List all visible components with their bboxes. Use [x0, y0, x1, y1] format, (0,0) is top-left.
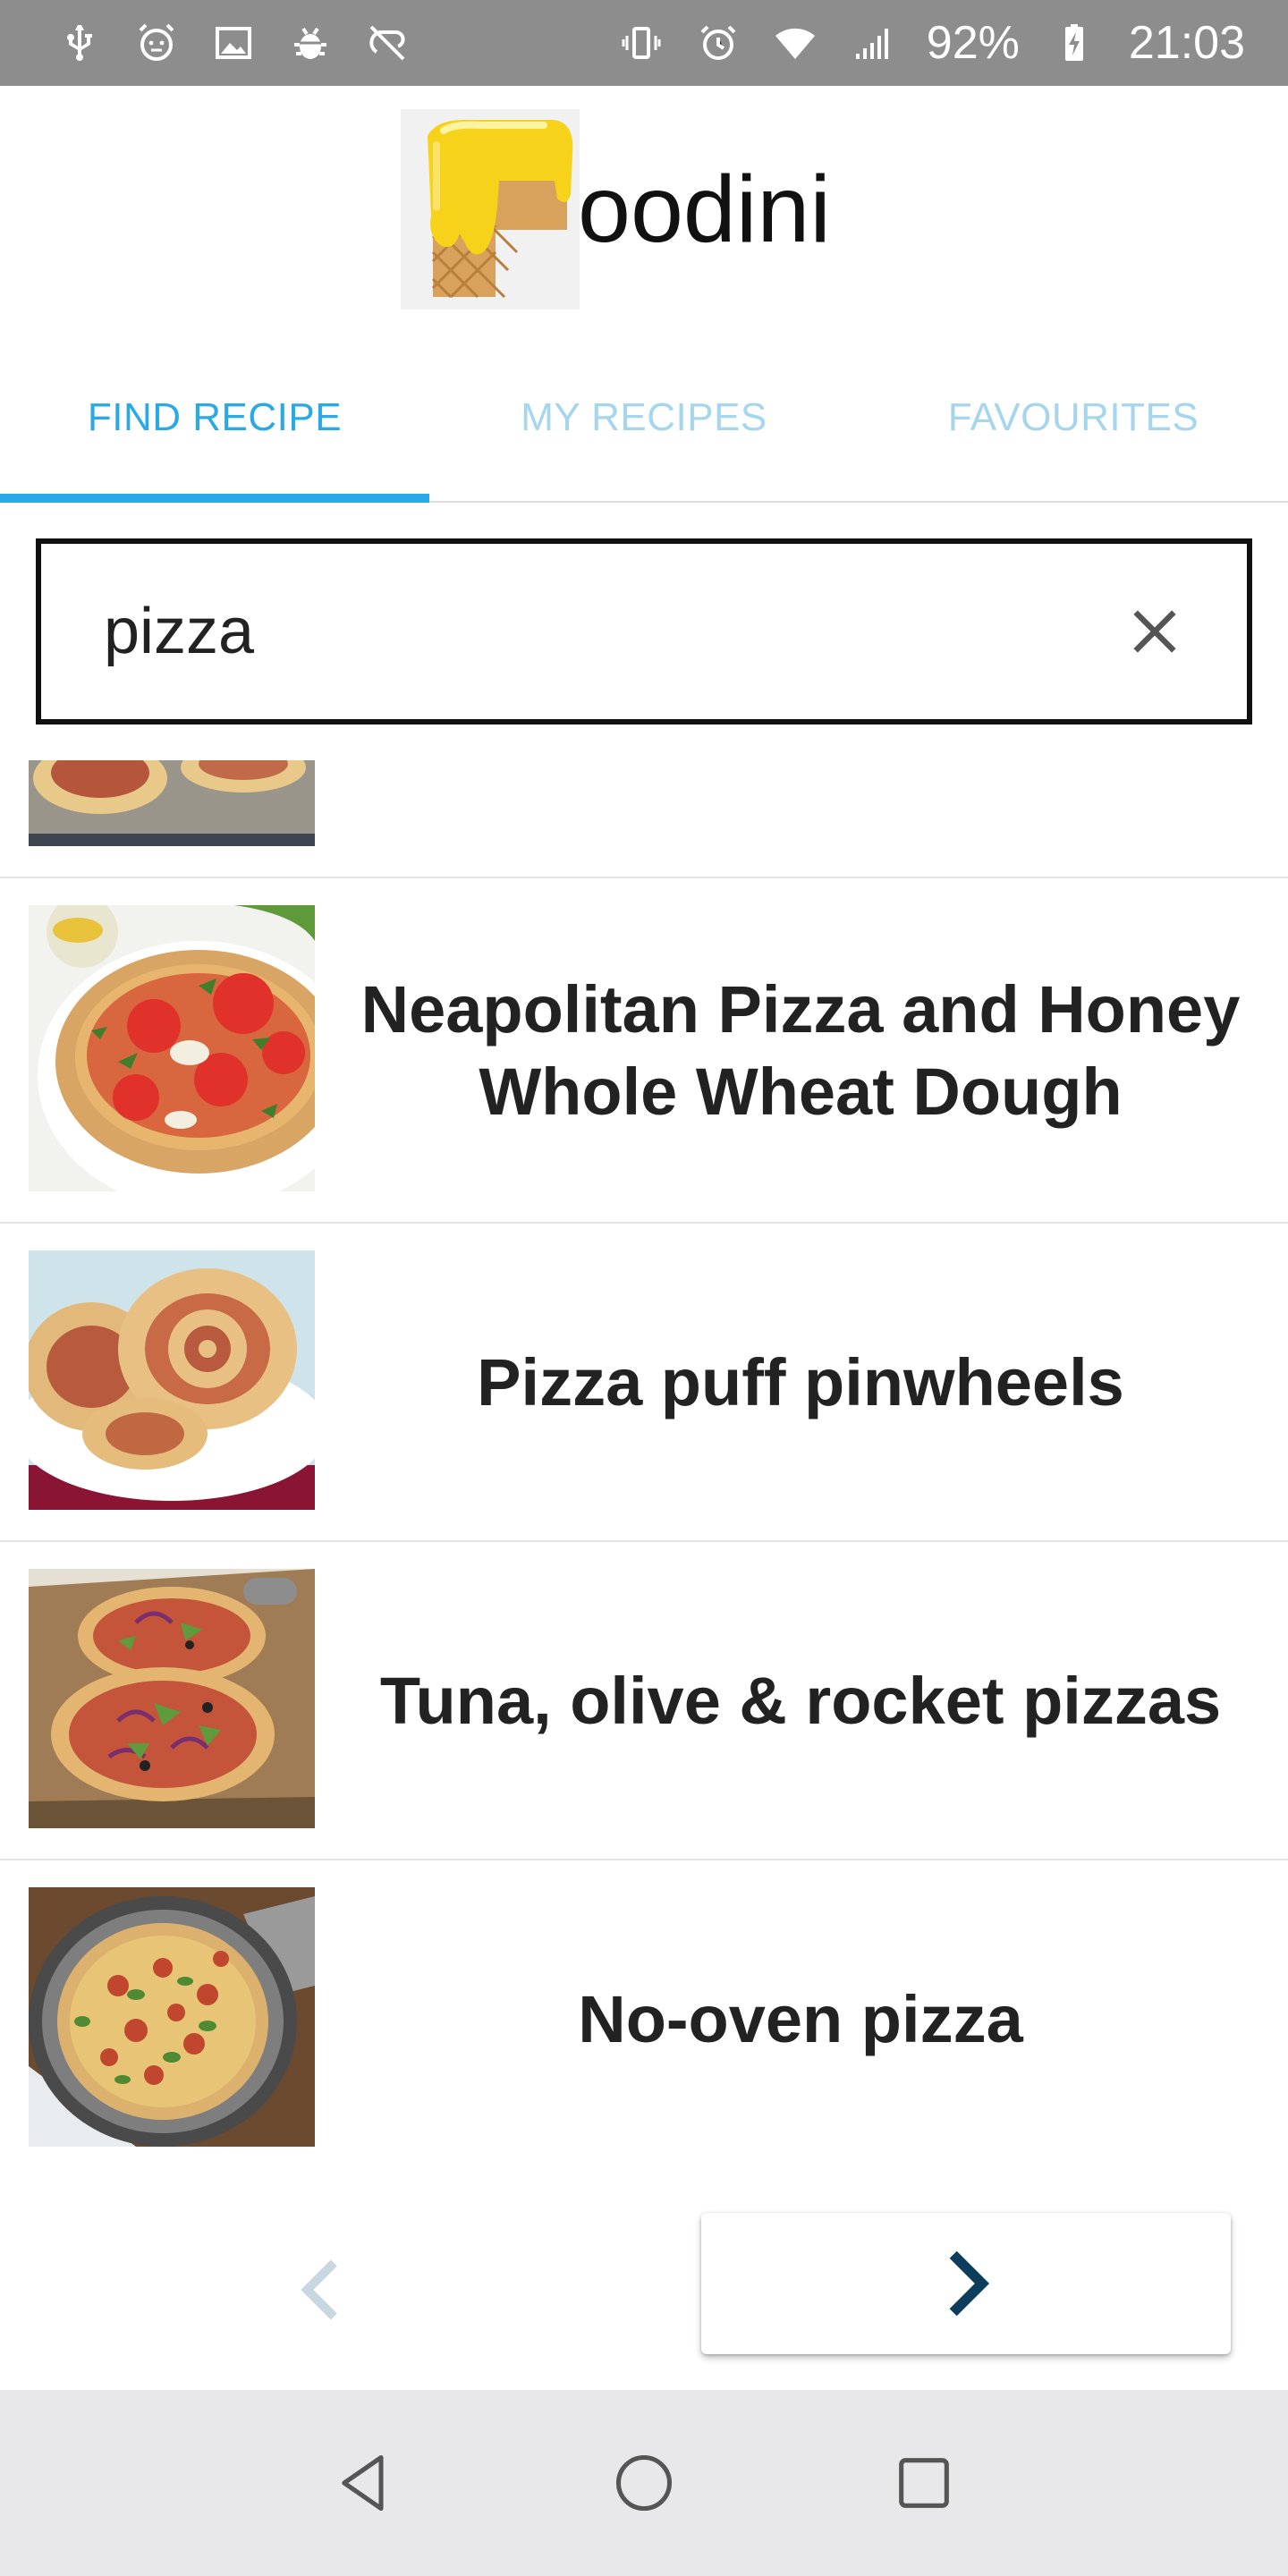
chevron-right-icon [949, 2250, 990, 2317]
recipe-row[interactable]: Neapolitan Pizza and Honey Whole Wheat D… [0, 878, 1288, 1224]
tab-bar: FIND RECIPE MY RECIPES FAVOURITES [0, 345, 1288, 503]
battery-percentage: 92% [926, 17, 1020, 69]
app-title: oodini [578, 157, 831, 262]
android-debug-icon [288, 21, 333, 65]
search-box [36, 538, 1252, 724]
recipe-title: No-oven pizza [578, 1981, 1023, 2056]
recipe-thumbnail [29, 1250, 315, 1510]
tab-favourites[interactable]: FAVOURITES [859, 345, 1288, 501]
status-right-icons: 92% 21:03 [619, 16, 1245, 70]
chevron-left-icon [301, 2259, 337, 2320]
home-circle-icon [615, 2454, 673, 2512]
signal-icon [850, 21, 894, 65]
home-button[interactable] [599, 2438, 689, 2528]
recipe-thumbnail [29, 1569, 315, 1828]
close-icon [1133, 610, 1176, 653]
app-logo [401, 109, 580, 309]
status-left-icons [57, 21, 410, 65]
alarm-icon [696, 21, 741, 65]
active-tab-indicator [0, 494, 429, 503]
alarm-face-icon [134, 21, 179, 65]
recents-button[interactable] [879, 2438, 969, 2528]
status-bar: 92% 21:03 [0, 0, 1288, 86]
tab-my-recipes[interactable]: MY RECIPES [429, 345, 859, 501]
usb-icon [57, 21, 102, 65]
tab-label: FIND RECIPE [87, 395, 343, 439]
battery-charging-icon [1052, 21, 1097, 65]
recipe-row[interactable] [0, 760, 1288, 878]
recents-square-icon [899, 2458, 950, 2508]
back-button[interactable] [319, 2438, 409, 2528]
recipe-title: Pizza puff pinwheels [477, 1344, 1124, 1419]
recipe-thumbnail [29, 1887, 315, 2147]
recipe-thumbnail [29, 760, 315, 846]
recipe-title [331, 760, 1270, 846]
clear-search-button[interactable] [1123, 600, 1186, 663]
back-triangle-icon [341, 2454, 384, 2512]
tab-find-recipe[interactable]: FIND RECIPE [0, 345, 429, 503]
tab-label: MY RECIPES [521, 395, 767, 439]
recipe-row[interactable]: Pizza puff pinwheels [0, 1224, 1288, 1542]
system-navigation-bar [0, 2390, 1288, 2576]
wifi-icon [773, 21, 818, 65]
next-page-button[interactable] [701, 2213, 1231, 2354]
search-input[interactable] [102, 594, 1123, 669]
previous-page-button[interactable] [268, 2236, 376, 2343]
vibrate-icon [619, 21, 664, 65]
tab-label: FAVOURITES [947, 395, 1199, 439]
clock: 21:03 [1128, 17, 1245, 69]
recipe-thumbnail [29, 905, 315, 1191]
image-icon [211, 21, 256, 65]
recipe-title: Neapolitan Pizza and Honey Whole Wheat D… [360, 971, 1241, 1130]
app-header: oodini [0, 86, 1288, 345]
recipe-title: Tuna, olive & rocket pizzas [379, 1663, 1222, 1738]
recipe-row[interactable]: No-oven pizza [0, 1860, 1288, 2179]
sync-off-icon [365, 21, 410, 65]
recipe-row[interactable]: Tuna, olive & rocket pizzas [0, 1542, 1288, 1860]
